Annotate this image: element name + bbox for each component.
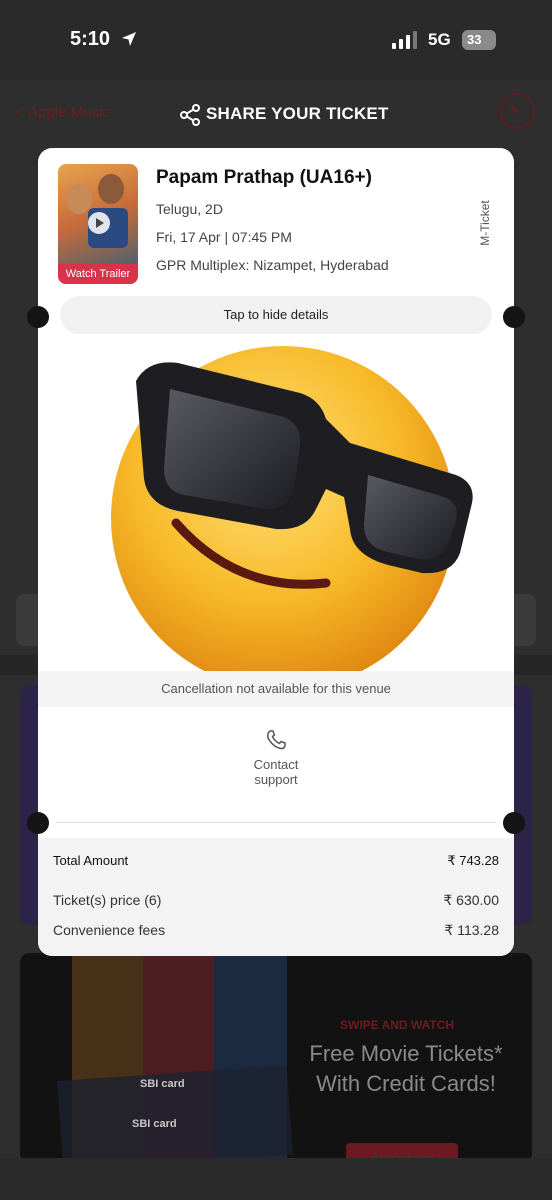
sunglasses-emoji-icon (111, 346, 473, 690)
poster-figure (66, 184, 92, 214)
total-amount-value: ₹ 743.28 (447, 853, 499, 868)
contact-support-line2: support (254, 772, 298, 787)
watch-trailer-label[interactable]: Watch Trailer (58, 264, 138, 284)
play-icon[interactable] (88, 212, 110, 234)
venue-name: GPR Multiplex: Nizampet, Hyderabad (156, 257, 389, 273)
ticket-notch-right (503, 812, 525, 834)
payment-summary: Total Amount ₹ 743.28 Ticket(s) price (6… (38, 838, 514, 956)
ticket-price-label: Ticket(s) price (6) (53, 892, 162, 908)
banner-headline-line1: Free Movie Tickets* (309, 1041, 503, 1066)
status-time: 5:10 (70, 28, 111, 50)
close-icon: × (509, 99, 521, 121)
card-brand-label: SBI card (132, 1118, 177, 1130)
total-amount-label: Total Amount (53, 853, 129, 868)
ticket-notch-left (27, 812, 49, 834)
show-datetime: Fri, 17 Apr | 07:45 PM (156, 229, 292, 245)
movie-language-format: Telugu, 2D (156, 201, 223, 217)
status-bar: 5:10 5G 33 (0, 0, 552, 80)
movie-poster[interactable]: Watch Trailer (58, 164, 138, 284)
tap-to-hide-details-button[interactable]: Tap to hide details (60, 296, 492, 334)
network-type: 5G (428, 30, 451, 49)
battery-level: 33 (467, 32, 482, 47)
ticket-notch-right (503, 306, 525, 328)
banner-headline-line2: With Credit Cards! (316, 1071, 496, 1096)
background-bottom-bar (0, 1158, 552, 1200)
contact-support-button[interactable]: Contact support (226, 757, 326, 787)
credit-card-offer-banner[interactable]: SBI card SBI card SWIPE AND WATCH Free M… (20, 953, 532, 1163)
convenience-fees-label: Convenience fees (53, 922, 166, 938)
movie-title: Papam Prathap (UA16+) (156, 167, 372, 188)
banner-kicker: SWIPE AND WATCH (340, 1018, 454, 1032)
contact-support-line1: Contact (253, 757, 299, 772)
poster-figure (98, 174, 124, 204)
ticket-price-value: ₹ 630.00 (443, 892, 499, 908)
ticket-notch-left (27, 306, 49, 328)
convenience-fees-value: ₹ 113.28 (444, 922, 499, 938)
phone-icon[interactable] (264, 728, 288, 752)
card-brand-label: SBI card (140, 1078, 185, 1090)
ticket-type-text: M-Ticket (477, 200, 492, 246)
signal-icon (392, 31, 417, 49)
share-icon[interactable] (178, 103, 202, 127)
back-to-app-link[interactable]: < Apple Music (16, 104, 110, 121)
banner-headline: Free Movie Tickets* With Credit Cards! (290, 1039, 522, 1099)
battery-indicator: 33 (462, 30, 496, 50)
ticket-divider (56, 822, 496, 823)
ticket-type-label: M-Ticket (478, 196, 504, 256)
close-button[interactable]: × (499, 93, 535, 129)
cancellation-note: Cancellation not available for this venu… (38, 671, 514, 707)
ticket-card: Watch Trailer Papam Prathap (UA16+) Telu… (38, 148, 514, 956)
share-ticket-title: SHARE YOUR TICKET (206, 104, 389, 123)
location-arrow-icon (122, 32, 136, 46)
